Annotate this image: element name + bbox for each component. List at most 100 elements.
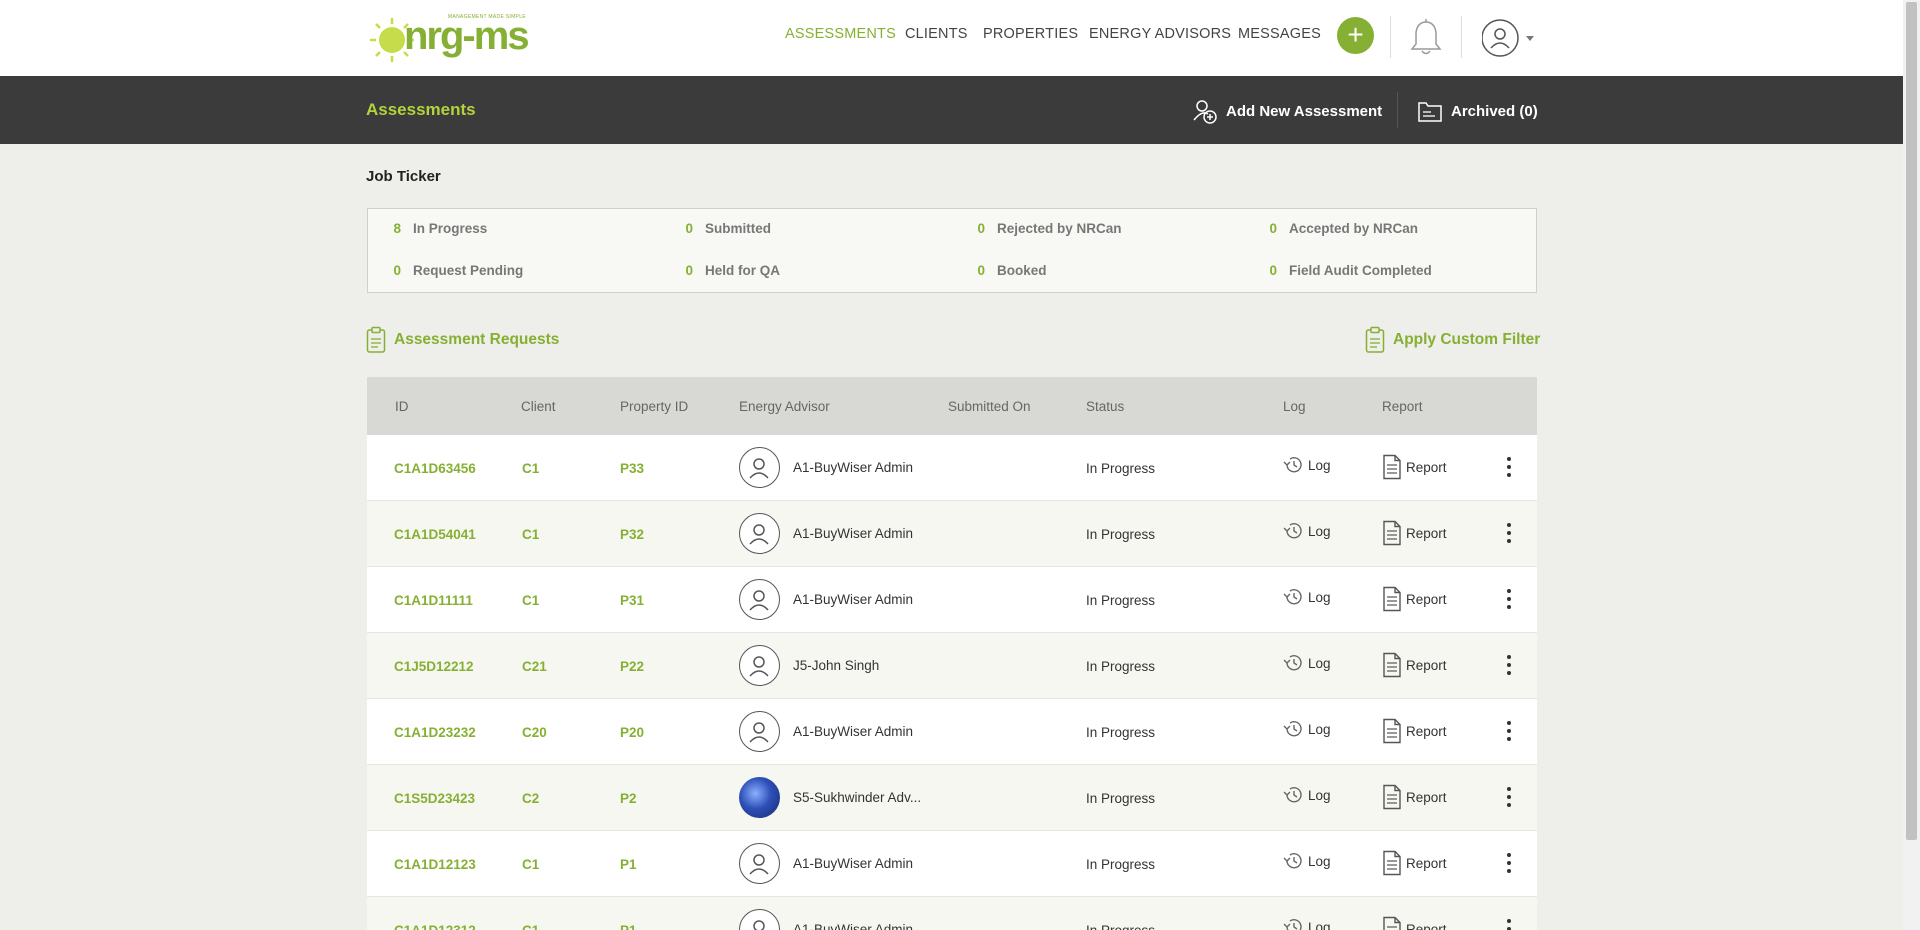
ticker-rejected-by-nrcan[interactable]: 0 Rejected by NRCan [965,221,1121,236]
log-button[interactable]: Log [1282,455,1331,475]
log-label: Log [1308,787,1331,803]
page-scrollbar[interactable] [1903,0,1920,930]
property-link[interactable]: P33 [620,461,644,476]
nrg-ms-logo[interactable]: MANAGEMENT MADE SIMPLE nrg-ms [368,10,538,65]
history-icon [1283,655,1302,671]
client-link[interactable]: C1 [522,923,539,930]
add-button[interactable]: + [1337,17,1374,54]
log-label: Log [1308,457,1331,473]
nav-assessments[interactable]: ASSESSMENTS [785,26,896,42]
property-link[interactable]: P22 [620,659,644,674]
nav-energy-advisors[interactable]: ENERGY ADVISORS [1089,26,1231,42]
column-energy-advisor[interactable]: Energy Advisor [739,399,830,414]
nav-properties[interactable]: PROPERTIES [983,26,1078,42]
column-log: Log [1283,399,1306,414]
report-button[interactable]: Report [1382,652,1447,678]
ticker-field-audit-completed[interactable]: 0 Field Audit Completed [1257,263,1431,278]
column-report: Report [1382,399,1423,414]
report-button[interactable]: Report [1382,916,1447,930]
assessment-id-link[interactable]: C1S5D23423 [394,791,475,806]
assessment-id-link[interactable]: C1A1D11111 [394,593,473,608]
scrollbar-thumb[interactable] [1906,2,1917,840]
advisor-avatar [739,645,780,686]
more-options-icon[interactable] [1504,917,1514,930]
report-button[interactable]: Report [1382,454,1447,480]
column-id[interactable]: ID [395,399,409,414]
more-options-icon[interactable] [1504,653,1514,679]
job-ticker-title: Job Ticker [366,168,441,185]
assessment-requests-link[interactable]: Assessment Requests [366,326,559,354]
log-button[interactable]: Log [1282,653,1331,673]
ticker-held-for-qa[interactable]: 0 Held for QA [673,263,780,278]
column-property-id[interactable]: Property ID [620,399,688,414]
property-link[interactable]: P2 [620,791,637,806]
more-options-icon[interactable] [1504,521,1514,547]
archived-button[interactable]: Archived (0) [1417,98,1538,124]
column-submitted-on[interactable]: Submitted On [948,399,1031,414]
divider [1390,16,1391,58]
log-button[interactable]: Log [1282,521,1331,541]
page-toolbar: Assessments Add New Assessment Archived … [0,76,1903,144]
more-options-icon[interactable] [1504,455,1514,481]
history-icon [1283,457,1302,473]
advisor-name: J5-John Singh [793,658,880,673]
client-link[interactable]: C20 [522,725,547,740]
notifications-bell-icon[interactable] [1407,18,1445,58]
ticker-booked[interactable]: 0 Booked [965,263,1046,278]
apply-custom-filter-link[interactable]: Apply Custom Filter [1365,326,1540,354]
nav-clients[interactable]: CLIENTS [905,26,968,42]
log-label: Log [1308,655,1331,671]
client-link[interactable]: C1 [522,527,539,542]
ticker-submitted[interactable]: 0 Submitted [673,221,771,236]
client-link[interactable]: C2 [522,791,539,806]
client-link[interactable]: C21 [522,659,547,674]
client-link[interactable]: C1 [522,461,539,476]
assessment-id-link[interactable]: C1A1D63456 [394,461,476,476]
history-icon [1283,721,1302,737]
table-row: C1A1D11111 C1 P31 A1-BuyWiser Admin In Progr… [367,567,1537,633]
more-options-icon[interactable] [1504,785,1514,811]
assessment-id-link[interactable]: C1A1D12123 [394,857,476,872]
log-button[interactable]: Log [1282,587,1331,607]
ticker-request-pending[interactable]: 0 Request Pending [381,263,523,278]
user-menu[interactable] [1481,18,1538,58]
log-button[interactable]: Log [1282,785,1331,805]
more-options-icon[interactable] [1504,587,1514,613]
column-client[interactable]: Client [521,399,556,414]
report-button[interactable]: Report [1382,718,1447,744]
property-link[interactable]: P32 [620,527,644,542]
column-status[interactable]: Status [1086,399,1124,414]
more-options-icon[interactable] [1504,851,1514,877]
report-button[interactable]: Report [1382,784,1447,810]
property-link[interactable]: P1 [620,923,637,930]
advisor-name: A1-BuyWiser Admin [793,526,914,541]
assessment-id-link[interactable]: C1J5D12212 [394,659,474,674]
assessment-id-link[interactable]: C1A1D54041 [394,527,476,542]
add-new-assessment-label: Add New Assessment [1226,102,1383,120]
assessment-id-link[interactable]: C1A1D23232 [394,725,476,740]
report-button[interactable]: Report [1382,586,1447,612]
property-link[interactable]: P20 [620,725,644,740]
log-button[interactable]: Log [1282,851,1331,871]
clipboard-icon [1365,326,1385,353]
property-link[interactable]: P31 [620,593,644,608]
client-link[interactable]: C1 [522,593,539,608]
nav-messages[interactable]: MESSAGES [1238,26,1321,42]
ticker-in-progress[interactable]: 8 In Progress [381,221,487,236]
assessment-id-link[interactable]: C1A1D12312 [394,923,476,930]
add-new-assessment-button[interactable]: Add New Assessment [1192,98,1382,124]
status-text: In Progress [1086,461,1156,476]
document-icon [1383,784,1401,810]
client-link[interactable]: C1 [522,857,539,872]
job-ticker-panel: 8 In Progress 0 Submitted 0 Rejected by NRC… [367,208,1537,293]
log-button[interactable]: Log [1282,917,1331,930]
log-button[interactable]: Log [1282,719,1331,739]
history-icon [1283,589,1302,605]
ticker-accepted-by-nrcan[interactable]: 0 Accepted by NRCan [1257,221,1418,236]
advisor-avatar [739,843,780,884]
divider [1461,16,1462,58]
report-button[interactable]: Report [1382,520,1447,546]
report-button[interactable]: Report [1382,850,1447,876]
more-options-icon[interactable] [1504,719,1514,745]
property-link[interactable]: P1 [620,857,637,872]
